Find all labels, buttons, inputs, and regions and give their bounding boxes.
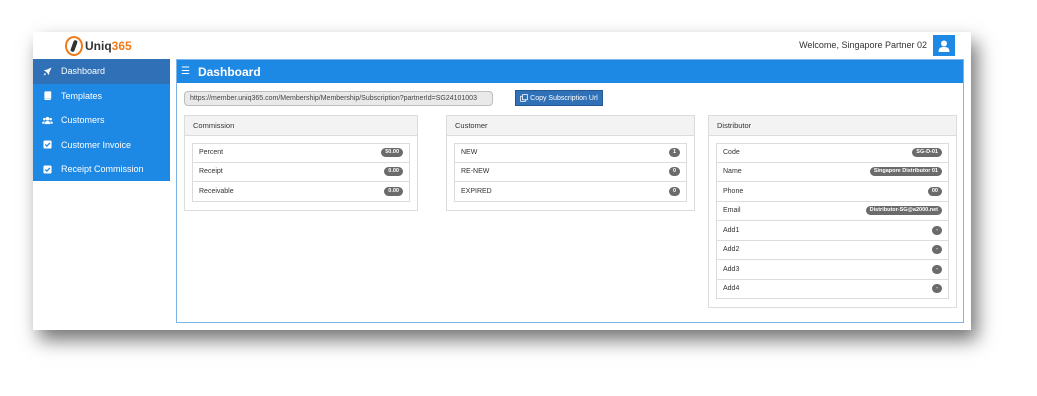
customer-panel: Customer NEW 1 RE-NEW 0 EXPIRED 0 [446, 115, 695, 211]
value-badge: 1 [668, 148, 680, 158]
value-badge: Singapore Distributor 01 [869, 167, 942, 177]
copy-subscription-url-button[interactable]: Copy Subscription Url [515, 90, 603, 106]
value-badge: 0 [668, 186, 680, 196]
list-item: Add3 - [716, 260, 949, 280]
row-label: Percent [199, 149, 224, 157]
row-label: Add1 [723, 226, 740, 234]
list-item: Percent 50.00 [192, 143, 410, 163]
list-item: Add2 - [716, 240, 949, 260]
row-label: Add2 [723, 246, 740, 254]
value-badge: 0 [668, 167, 680, 177]
row-label: Email [723, 207, 741, 215]
commission-list: Percent 50.00 Receipt 0.00 Receivable 0.00 [185, 136, 417, 209]
row-label: Receipt [199, 168, 223, 176]
avatar[interactable] [933, 35, 955, 56]
list-item: RE-NEW 0 [454, 162, 687, 182]
value-badge: - [932, 264, 942, 274]
row-label: Name [723, 168, 742, 176]
sidebar-item-label: Receipt Commission [61, 164, 144, 175]
distributor-list: Code SG-D-01 Name Singapore Distributor 01… [709, 136, 956, 306]
row-label: EXPIRED [461, 187, 492, 195]
logo[interactable]: Uniq 365 [65, 35, 132, 57]
list-item: EXPIRED 0 [454, 182, 687, 202]
subscription-url-row: https://member.uniq365.com/Membership/Me… [184, 90, 603, 106]
logo-mark-icon [65, 36, 83, 56]
sidebar-item-templates[interactable]: Templates [33, 84, 170, 109]
panel-title: Commission [185, 116, 417, 136]
subscription-url-field[interactable]: https://member.uniq365.com/Membership/Me… [184, 90, 493, 106]
sidebar-item-customers[interactable]: Customers [33, 108, 170, 133]
panel-title: Distributor [709, 116, 956, 136]
row-label: NEW [461, 149, 478, 157]
list-item: Add4 - [716, 279, 949, 299]
row-label: RE-NEW [461, 168, 490, 176]
book-icon [41, 90, 53, 102]
welcome-text: Welcome, Singapore Partner 02 [799, 40, 927, 50]
customer-list: NEW 1 RE-NEW 0 EXPIRED 0 [447, 136, 694, 209]
value-badge: 00 [927, 186, 942, 196]
page-header: ☰ Dashboard [177, 60, 963, 83]
list-item: Email Distributor-SG@a2000.net [716, 201, 949, 221]
row-label: Add3 [723, 265, 740, 273]
value-badge: - [932, 225, 942, 235]
value-badge: 0.00 [384, 167, 403, 177]
checkbox-icon [41, 139, 53, 151]
main-content: ☰ Dashboard https://member.uniq365.com/M… [176, 59, 964, 323]
top-bar: Uniq 365 Welcome, Singapore Partner 02 [33, 32, 971, 59]
sidebar-item-receipt-commission[interactable]: Receipt Commission [33, 157, 170, 182]
rocket-icon [41, 65, 53, 77]
list-item: Name Singapore Distributor 01 [716, 162, 949, 182]
sidebar-item-label: Customer Invoice [61, 139, 132, 150]
list-item: Phone 00 [716, 182, 949, 202]
value-badge: - [932, 245, 942, 255]
list-item: Add1 - [716, 221, 949, 241]
value-badge: 0.00 [384, 186, 403, 196]
value-badge: 50.00 [381, 148, 403, 158]
page-title: Dashboard [197, 64, 261, 79]
app-window: Uniq 365 Welcome, Singapore Partner 02 D… [33, 32, 971, 330]
checkbox-icon [41, 163, 53, 175]
sidebar-item-dashboard[interactable]: Dashboard [33, 59, 170, 84]
sidebar: Dashboard Templates Customers Customer I… [33, 59, 170, 181]
user-icon [938, 40, 950, 52]
distributor-panel: Distributor Code SG-D-01 Name Singapore Di… [708, 115, 957, 308]
value-badge: Distributor-SG@a2000.net [865, 206, 942, 216]
menu-icon[interactable]: ☰ [181, 66, 190, 77]
sidebar-item-label: Dashboard [61, 66, 106, 77]
value-badge: - [932, 284, 942, 294]
row-label: Receivable [199, 187, 234, 195]
row-label: Add4 [723, 285, 740, 293]
logo-text-number: 365 [111, 39, 132, 53]
sidebar-item-label: Customers [61, 115, 105, 126]
list-item: NEW 1 [454, 143, 687, 163]
row-label: Phone [723, 187, 744, 195]
sidebar-item-customer-invoice[interactable]: Customer Invoice [33, 133, 170, 158]
sidebar-item-label: Templates [61, 90, 103, 101]
list-item: Code SG-D-01 [716, 143, 949, 163]
copy-icon [520, 94, 528, 102]
logo-text: Uniq [85, 39, 112, 53]
list-item: Receivable 0.00 [192, 182, 410, 202]
row-label: Code [723, 149, 740, 157]
list-item: Receipt 0.00 [192, 162, 410, 182]
users-icon [41, 114, 53, 126]
panel-title: Customer [447, 116, 694, 136]
commission-panel: Commission Percent 50.00 Receipt 0.00 Rece… [184, 115, 418, 211]
copy-button-label: Copy Subscription Url [530, 94, 598, 102]
value-badge: SG-D-01 [912, 148, 942, 158]
